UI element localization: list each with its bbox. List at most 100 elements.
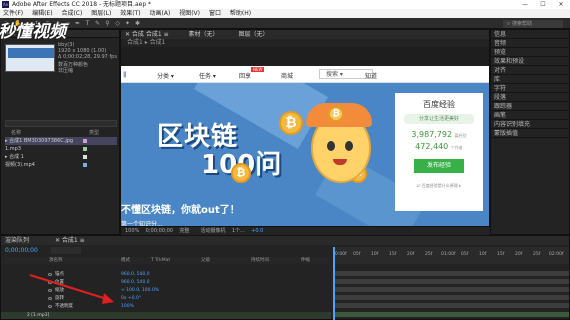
col-trkmat[interactable]: T TrkMat — [151, 257, 170, 264]
baidu-jingyan-card: 百度经验 分享让生活更美好 3,987,792 篇经验 472,440 个作者 … — [395, 93, 483, 211]
composition-breadcrumb[interactable]: 合成1 ▸ 合成1 — [121, 39, 489, 47]
project-row[interactable]: ▸ 合成 1 — [5, 153, 117, 161]
layer-bar[interactable] — [335, 312, 569, 317]
panel-content-aware-fill[interactable]: 内容识别填充 — [491, 120, 569, 129]
tab-footage[interactable]: 素材（无） — [189, 31, 219, 38]
bitcoin-coin-icon: ₿ — [328, 106, 344, 122]
project-search-input[interactable] — [5, 120, 117, 127]
nav-item-share[interactable]: 回享 — [239, 71, 251, 80]
menu-animation[interactable]: 动画(A) — [150, 10, 171, 17]
panel-brush[interactable]: 画笔 — [491, 111, 569, 120]
layer-bar[interactable] — [335, 303, 569, 308]
bitcoin-coin-icon: ₿ — [279, 111, 303, 135]
exposure-value[interactable]: +0.0 — [251, 228, 263, 234]
eraser-tool-icon[interactable]: ◇ — [114, 20, 121, 27]
panel-paragraph[interactable]: 段落 — [491, 93, 569, 102]
ruler-tick: 15f — [497, 252, 505, 257]
nav-item-mall[interactable]: 商城 — [281, 71, 293, 80]
ruler-tick: 05f — [461, 252, 469, 257]
panel-library[interactable]: 库 — [491, 75, 569, 84]
composition-panel: ✕ 合成 合成1 ≡ 素材（无） 图层（无） 合成1 ▸ 合成1 ∥ 分类 ▾ … — [120, 29, 491, 235]
project-row[interactable]: 视频(3).mp4 — [5, 161, 117, 169]
window-title: Adobe After Effects CC 2018 - 无标题项目.aep … — [12, 1, 152, 8]
brush-tool-icon[interactable]: ✎ — [94, 20, 101, 27]
zoom-select[interactable]: 100% — [125, 228, 139, 234]
ruler-tick: 02:00f — [549, 252, 564, 257]
col-stretch[interactable]: 伸缩 — [301, 257, 310, 264]
mascot-hat: ₿ — [306, 103, 372, 127]
views-select[interactable]: 1个... — [232, 228, 245, 234]
close-button[interactable]: ✕ — [552, 0, 570, 9]
publish-button[interactable]: 发布经验 — [414, 159, 464, 173]
tab-layer[interactable]: 图层（无） — [238, 31, 268, 38]
menu-layer[interactable]: 图层(L) — [91, 10, 111, 17]
minimize-button[interactable]: — — [516, 0, 534, 9]
card-banner: 分享让生活更美好 — [404, 114, 474, 124]
type-tool-icon[interactable]: T — [84, 20, 91, 27]
ruler-tick: 25f — [533, 252, 541, 257]
menu-window[interactable]: 窗口 — [209, 10, 221, 17]
title-bar: Ae Adobe After Effects CC 2018 - 无标题项目.a… — [0, 0, 570, 9]
ruler-tick: 10f — [371, 252, 379, 257]
pen-tool-icon[interactable]: ✒ — [74, 20, 81, 27]
panel-align[interactable]: 对齐 — [491, 66, 569, 75]
menu-view[interactable]: 视图(V) — [179, 10, 200, 17]
tab-composition[interactable]: ✕ 合成 合成1 ≡ — [125, 31, 169, 38]
col-duration[interactable]: 持续时间 — [251, 257, 269, 264]
card-link[interactable]: ☑ 百度经验是什么原理 ▸ — [395, 183, 483, 189]
card-stat-authors: 472,440 个作者 — [415, 142, 463, 151]
new-badge: NEW — [251, 67, 265, 72]
viewer-timecode[interactable]: 0;00;00;00 — [146, 228, 173, 234]
roto-tool-icon[interactable]: ✦ — [124, 20, 131, 27]
layer-bar[interactable] — [335, 279, 569, 284]
right-panel-stack: 信息 音频 预览 效果和预设 对齐 库 字符 段落 跟踪器 画笔 内容识别填充 … — [490, 29, 570, 235]
menu-file[interactable]: 文件(F) — [3, 10, 23, 17]
ruler-tick: 0:00f — [335, 252, 347, 257]
site-logo-fragment: ∥ — [123, 71, 126, 78]
watermark-logo: 秒懂视频 — [0, 22, 66, 42]
project-row[interactable]: 1.mp3 — [5, 145, 117, 153]
resolution-select[interactable]: 完整 — [179, 228, 189, 234]
layer-bar[interactable] — [335, 271, 569, 276]
ruler-tick: 20f — [515, 252, 523, 257]
ruler-tick: 01:00f — [441, 252, 456, 257]
menu-composition[interactable]: 合成(C) — [61, 10, 82, 17]
camera-select[interactable]: 活动摄像机 — [201, 228, 226, 234]
nav-item-category[interactable]: 分类 ▾ — [157, 71, 174, 80]
hero-subtitle: 不懂区块链，你就out了！ — [121, 205, 240, 216]
panel-audio[interactable]: 音频 — [491, 39, 569, 48]
nav-item-task[interactable]: 任务 ▾ — [199, 71, 216, 80]
layer-bar[interactable] — [335, 287, 569, 292]
nav-item-zhidao[interactable]: 知道 — [365, 71, 377, 80]
project-panel: 项目 ≡ bby(3) 1920 x 1080 (1.00) Δ 0;00;02… — [0, 29, 120, 235]
help-search-input[interactable]: 搜索帮助 — [503, 20, 563, 28]
puppet-tool-icon[interactable]: ✱ — [134, 20, 141, 27]
panel-effects-presets[interactable]: 效果和预设 — [491, 57, 569, 66]
col-name[interactable]: 名称 — [11, 129, 21, 136]
menu-effect[interactable]: 效果(T) — [120, 10, 140, 17]
maximize-button[interactable]: ☐ — [534, 0, 552, 9]
search-icon: ⌕ — [506, 20, 511, 27]
time-ruler[interactable]: 0:00f 05f 10f 15f 20f 25f 01:00f 05f 10f… — [333, 247, 569, 320]
panel-mask-interpolation[interactable]: 蒙版插值 — [491, 129, 569, 138]
col-parent[interactable]: 父级 — [201, 257, 210, 264]
menu-help[interactable]: 帮助(H) — [230, 10, 251, 17]
panel-tracker[interactable]: 跟踪器 — [491, 102, 569, 111]
ruler-tick: 25f — [425, 252, 433, 257]
menu-edit[interactable]: 编辑(E) — [32, 10, 52, 17]
layer-bar[interactable] — [335, 295, 569, 300]
item-meta-duration: Δ 0;00;02;28, 29.97 fps — [58, 54, 117, 60]
card-stat-articles: 3,987,792 篇经验 — [411, 130, 467, 139]
col-type[interactable]: 类型 — [89, 129, 99, 136]
panel-info[interactable]: 信息 — [491, 30, 569, 39]
panel-character[interactable]: 字符 — [491, 84, 569, 93]
card-title: 百度经验 — [423, 100, 455, 109]
project-row[interactable]: ▸ 合成1 BM303097386C.jpg — [5, 137, 117, 145]
ruler-tick: 10f — [479, 252, 487, 257]
item-meta-compression: 非压缩 — [58, 68, 74, 74]
ruler-tick: 15f — [389, 252, 397, 257]
panel-preview[interactable]: 预览 — [491, 48, 569, 57]
stamp-tool-icon[interactable]: ⚲ — [104, 20, 111, 27]
tutorial-arrow — [29, 274, 114, 304]
bitcoin-coin-icon: ₿ — [231, 163, 251, 183]
